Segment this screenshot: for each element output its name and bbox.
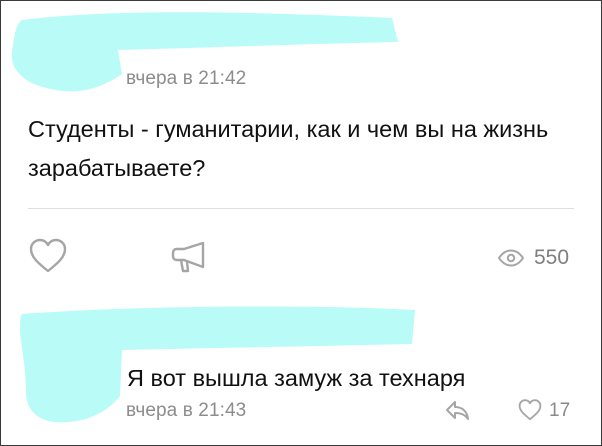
comment-heart-icon[interactable] xyxy=(517,399,543,421)
megaphone-icon[interactable] xyxy=(170,240,208,274)
post-text: Студенты - гуманитарии, как и чем вы на … xyxy=(28,116,549,181)
views-count: 550 xyxy=(534,246,570,269)
comment-likes-count: 17 xyxy=(549,400,571,421)
heart-icon[interactable] xyxy=(28,238,68,274)
eye-icon xyxy=(497,249,525,267)
post-divider xyxy=(28,208,574,209)
comment-timestamp: вчера в 21:43 xyxy=(126,400,247,421)
comment-text: Я вот вышла замуж за технаря xyxy=(127,365,466,391)
post-timestamp: вчера в 21:42 xyxy=(126,68,247,89)
reply-arrow-icon[interactable] xyxy=(444,399,470,421)
